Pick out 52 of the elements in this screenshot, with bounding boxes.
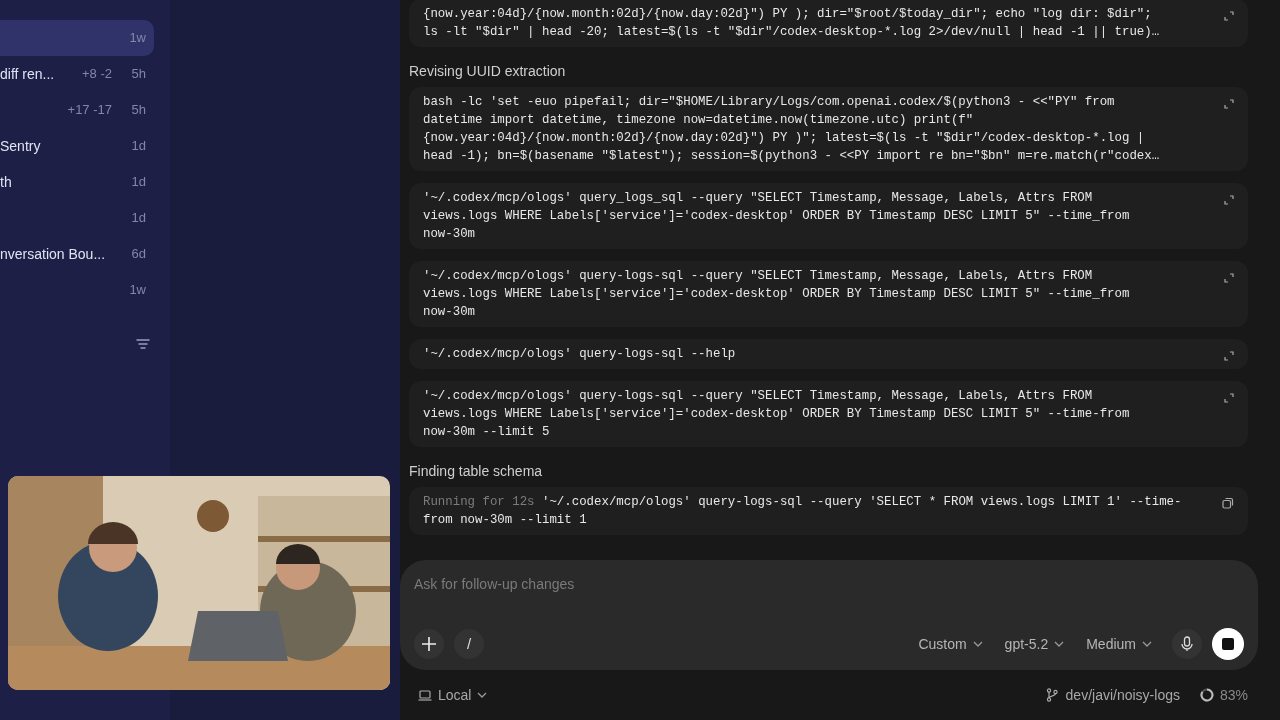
- command-text: '~/.codex/mcp/ologs' query-logs-sql --query "SELECT Timestamp, Message, Labels, Attrs FROM views.logs WHERE Labels['service']='codex-desktop' ORDER BY Timestamp DESC LIMIT 5" --time_from now-30m: [423, 268, 1131, 321]
- branch-icon: [1045, 688, 1058, 702]
- expand-icon[interactable]: [1224, 11, 1234, 21]
- thread-title: nversation Bou...: [0, 244, 106, 264]
- expand-icon[interactable]: [1224, 393, 1234, 403]
- chevron-down-icon: [477, 692, 488, 698]
- thread-time: 1d: [130, 173, 146, 192]
- command-text: {now.year:04d}/{now.month:02d}/{now.day:02d}") PY ); dir="$root/$today_dir"; echo "log dir: $dir"; ls -lt "$dir" | head -20; latest=$(ls -t "$dir"/codex-desktop-*.log 2>/dev/null | head -1 || true)…: [423, 6, 1161, 41]
- chevron-down-icon: [972, 641, 983, 647]
- filter-icon[interactable]: [136, 338, 150, 350]
- command-text: '~/.codex/mcp/ologs' query_logs_sql --query "SELECT Timestamp, Message, Labels, Attrs FROM views.logs WHERE Labels['service']='codex-desktop' ORDER BY Timestamp DESC LIMIT 5" --time_from now-30m: [423, 190, 1131, 243]
- expand-icon[interactable]: [1224, 195, 1234, 205]
- stop-icon: [1222, 638, 1234, 650]
- thread-time: 5h: [130, 65, 146, 84]
- diff-stats: +17 -17: [67, 101, 112, 120]
- thread-time: 1w: [128, 281, 146, 300]
- thread-time: 5h: [130, 101, 146, 120]
- plus-icon: [421, 636, 437, 652]
- option-dropdown[interactable]: Medium: [1082, 633, 1156, 655]
- step-heading: Revising UUID extraction: [409, 61, 566, 81]
- chevron-down-icon: [1142, 641, 1152, 647]
- laptop-icon: [418, 689, 432, 701]
- add-button[interactable]: [414, 629, 444, 659]
- option-dropdown[interactable]: gpt-5.2: [1000, 633, 1069, 655]
- thread-title: diff ren...: [0, 64, 55, 84]
- step-heading: Finding table schema: [409, 461, 543, 481]
- microphone-button[interactable]: [1172, 629, 1202, 659]
- chevron-down-icon: [1054, 641, 1065, 647]
- thread-time: 1w: [128, 29, 146, 48]
- context-usage-ring-icon: [1199, 688, 1214, 702]
- environment-dropdown[interactable]: Local: [418, 684, 488, 706]
- thread-time: 1d: [130, 137, 146, 156]
- expand-icon[interactable]: [1224, 99, 1234, 109]
- expand-icon[interactable]: [1224, 273, 1234, 283]
- diff-stats: +8 -2: [82, 65, 112, 84]
- context-usage-text: 83%: [1219, 685, 1248, 705]
- command-text: bash -lc 'set -euo pipefail; dir="$HOME/Library/Logs/com.openai.codex/$(python3 - <<"PY" from datetime import datetime, timezone now=datetime.now(timezone.utc) print(f" {now.year:04d}/{now.month:02d}/{now.day:02d}") PY )"; latest=$(ls -t "$dir"/codex-desktop-*.log | head -1); bn=$(basename "$latest"); session=$(python3 - <<PY import re bn="$bn" m=re.match(r"codex…: [423, 94, 1161, 165]
- branch-name[interactable]: dev/javi/noisy-logs: [1065, 684, 1180, 706]
- thread-title: th: [0, 172, 12, 192]
- thread-time: 1d: [130, 209, 146, 228]
- command-text: Running for 12s '~/.codex/mcp/ologs' query-logs-sql --query 'SELECT * FROM views.logs LIMIT 1' --time- from now-30m --limit 1: [423, 494, 1183, 529]
- thread-title: Sentry: [0, 136, 41, 156]
- thread-time: 6d: [130, 245, 146, 264]
- expand-icon[interactable]: [1224, 351, 1234, 361]
- prompt-input[interactable]: Ask for follow-up changes: [414, 574, 1244, 594]
- microphone-icon: [1181, 636, 1193, 652]
- option-dropdown[interactable]: Custom: [914, 633, 987, 655]
- copy-icon[interactable]: [1222, 497, 1234, 509]
- slash-command-button[interactable]: /: [454, 629, 484, 659]
- command-text: '~/.codex/mcp/ologs' query-logs-sql --query "SELECT Timestamp, Message, Labels, Attrs FROM views.logs WHERE Labels['service']='codex-desktop' ORDER BY Timestamp DESC LIMIT 5" --time-from now-30m --limit 5: [423, 388, 1131, 441]
- stop-button[interactable]: [1212, 628, 1244, 660]
- command-text: '~/.codex/mcp/ologs' query-logs-sql --help: [423, 346, 737, 363]
